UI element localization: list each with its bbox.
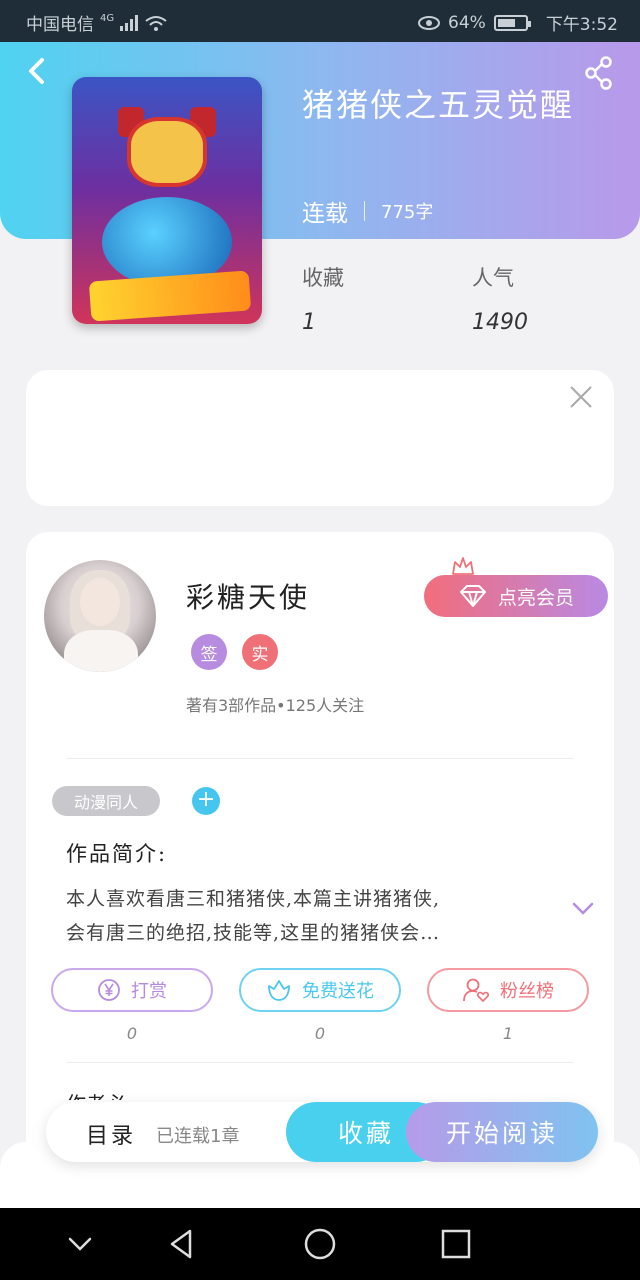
signal-icon — [120, 14, 139, 31]
nav-recent-icon[interactable] — [438, 1226, 474, 1262]
status-bar: 中国电信 4G 64% 下午3:52 — [0, 0, 640, 42]
popularity-stat: 人气 1490 — [472, 262, 528, 335]
author-meta: 著有3部作品•125人关注 — [186, 696, 365, 715]
carrier-label: 中国电信 — [26, 15, 94, 35]
collect-stat: 收藏 1 — [302, 262, 344, 335]
intro-line: 本人喜欢看唐三和猪猪侠,本篇主讲猪猪侠, — [66, 888, 441, 910]
flower-button[interactable]: 免费送花 — [239, 968, 401, 1012]
verified-badge: 实 — [242, 634, 278, 670]
fans-rank-label: 粉丝榜 — [500, 981, 554, 1002]
section-title-cut: 作者必 — [66, 1088, 126, 1100]
genre-tag[interactable]: 动漫同人 — [52, 786, 160, 816]
nav-hide-icon[interactable] — [62, 1226, 98, 1262]
cover-logo — [88, 270, 252, 322]
chevron-down-icon[interactable] — [572, 902, 594, 916]
avatar[interactable] — [44, 560, 156, 672]
flower-icon — [268, 980, 290, 1001]
vip-button[interactable]: 点亮会员 — [424, 575, 608, 617]
catalog-button[interactable]: 目录 — [86, 1118, 136, 1150]
divider — [66, 758, 574, 759]
battery-icon — [493, 14, 531, 31]
tip-button[interactable]: 打赏 — [51, 968, 213, 1012]
serial-status: 已连载1章 — [156, 1126, 240, 1147]
fans-count: 1 — [502, 1024, 514, 1043]
avatar-head — [80, 578, 120, 626]
book-title: 猪猪侠之五灵觉醒 — [302, 86, 575, 124]
signed-badge: 签 — [191, 634, 227, 670]
yen-icon — [98, 979, 120, 1001]
bottom-action-bar: 目录 已连载1章 收藏 开始阅读 — [46, 1102, 598, 1162]
status-divider — [364, 201, 365, 221]
diamond-icon — [459, 585, 486, 607]
tip-label: 打赏 — [131, 981, 167, 1002]
flower-label: 免费送花 — [302, 981, 374, 1002]
intro-line: 会有唐三的绝招,技能等,这里的猪猪侠会… — [66, 922, 441, 944]
clock: 下午3:52 — [545, 15, 618, 35]
ad-card — [26, 370, 614, 506]
popularity-label: 人气 — [472, 266, 514, 290]
author-name[interactable]: 彩糖天使 — [186, 576, 310, 616]
avatar-body — [64, 630, 138, 672]
system-nav-bar — [0, 1208, 640, 1280]
nav-back-icon[interactable] — [164, 1226, 200, 1262]
user-heart-icon — [463, 978, 490, 1003]
intro-title: 作品简介: — [66, 842, 168, 866]
book-cover[interactable] — [72, 77, 262, 324]
book-status-row: 连载 775字 — [302, 194, 433, 228]
word-count: 775字 — [381, 202, 434, 223]
battery-percent: 64% — [448, 12, 486, 33]
vip-label: 点亮会员 — [497, 586, 574, 609]
add-tag-button[interactable]: + — [192, 787, 220, 815]
back-icon[interactable] — [22, 56, 52, 86]
cover-character — [127, 117, 207, 187]
tip-count: 0 — [126, 1024, 138, 1043]
popularity-value: 1490 — [472, 310, 528, 335]
collect-value: 1 — [302, 310, 316, 335]
author-card: 彩糖天使 点亮会员 签 实 著有3部作品•125人关注 动漫同人 + 作品简介:… — [26, 532, 614, 1172]
close-icon[interactable] — [568, 384, 594, 410]
intro-text: 本人喜欢看唐三和猪猪侠,本篇主讲猪猪侠, 会有唐三的绝招,技能等,这里的猪猪侠会… — [66, 882, 556, 950]
nav-home-icon[interactable] — [302, 1226, 338, 1262]
fans-rank-button[interactable]: 粉丝榜 — [427, 968, 589, 1012]
network-label: 4G — [100, 13, 115, 24]
divider — [66, 1062, 574, 1063]
book-status: 连载 — [302, 201, 348, 227]
collect-label: 收藏 — [302, 266, 344, 290]
start-reading-button[interactable]: 开始阅读 — [406, 1102, 598, 1162]
wifi-icon — [145, 15, 167, 31]
flower-count: 0 — [314, 1024, 326, 1043]
crown-icon — [452, 557, 474, 575]
eye-icon — [418, 15, 441, 30]
